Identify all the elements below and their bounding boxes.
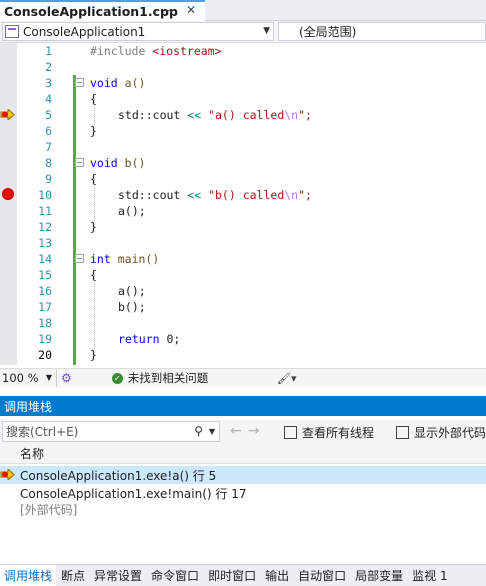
code-line: b();: [118, 300, 146, 314]
code-line: return 0;: [118, 332, 181, 346]
project-dropdown-label: ConsoleApplication1: [23, 24, 146, 39]
stack-frame-label: ConsoleApplication1.exe!a() 行 5: [20, 468, 217, 483]
tab-output[interactable]: 输出: [261, 565, 293, 586]
code-line: }: [90, 124, 97, 138]
editor-tab-strip: ConsoleApplication1.cpp ⊸ ✕: [0, 0, 486, 21]
stack-frame-row[interactable]: ConsoleApplication1.exe!a() 行 5: [0, 466, 486, 484]
stack-frame-label: ConsoleApplication1.exe!main() 行 17: [20, 486, 247, 501]
code-line: std::cout << "b() called\n";: [118, 188, 312, 202]
search-input[interactable]: 搜索(Ctrl+E) ⚲ ▼: [2, 421, 220, 442]
tab-locals[interactable]: 局部变量: [351, 565, 407, 586]
code-line: void b(): [90, 156, 146, 170]
project-icon: [5, 25, 19, 38]
show-external-label: 显示外部代码: [414, 425, 486, 440]
issues-text: 未找到相关问题: [127, 371, 209, 385]
show-threads-label: 查看所有线程: [302, 425, 375, 440]
external-code-icon: [396, 425, 409, 439]
tab-call-stack[interactable]: 调用堆栈: [0, 564, 57, 586]
stack-frame-row[interactable]: [外部代码]: [0, 500, 486, 518]
chevron-down-icon: ▼: [45, 372, 52, 382]
chevron-down-icon[interactable]: ▼: [209, 427, 215, 436]
stack-frame-label: [外部代码]: [20, 502, 78, 517]
code-line: int main(): [90, 252, 160, 266]
collapse-icon[interactable]: −: [75, 254, 84, 263]
code-line: #include <iostream>: [90, 44, 222, 58]
editor-tab-active[interactable]: ConsoleApplication1.cpp ⊸ ✕: [0, 0, 205, 21]
editor-status-bar: 100 % ▼ ⚙ ✓ 未找到相关问题 🖌▾: [0, 368, 486, 387]
tab-watch-1[interactable]: 监视 1: [408, 565, 451, 586]
scope-dropdown-label: (全局范围): [299, 25, 357, 39]
code-line: {: [90, 172, 97, 186]
issues-indicator[interactable]: ✓ 未找到相关问题: [111, 370, 209, 386]
tab-command-window[interactable]: 命令窗口: [147, 565, 203, 586]
code-line: }: [90, 220, 97, 234]
chevron-down-icon: ▼: [263, 26, 270, 36]
tab-immediate-window[interactable]: 即时窗口: [204, 565, 260, 586]
column-header-label: 名称: [20, 447, 45, 461]
call-stack-toolbar: 搜索(Ctrl+E) ⚲ ▼ ←→ 查看所有线程 显示外部代码: [0, 420, 486, 444]
navigation-bar: ConsoleApplication1 ▼ (全局范围): [0, 21, 486, 43]
tab-exception-settings[interactable]: 异常设置: [90, 565, 146, 586]
zoom-level: 100 %: [2, 371, 39, 385]
code-line: void a(): [90, 76, 146, 90]
call-stack-title-bar: 调用堆栈: [0, 396, 486, 416]
code-line: a();: [118, 284, 146, 298]
code-line: std::cout << "a() called\n";: [118, 108, 312, 122]
project-dropdown[interactable]: ConsoleApplication1 ▼: [2, 22, 274, 41]
close-icon[interactable]: ✕: [186, 3, 196, 17]
line-number: 2: [45, 60, 52, 74]
check-icon: ✓: [111, 372, 123, 384]
show-threads-button[interactable]: 查看所有线程: [284, 423, 374, 441]
show-external-code-button[interactable]: 显示外部代码: [396, 423, 486, 441]
code-editor[interactable]: 1 2 3 4 5 6 7 8 9 10 11 12 13 14 15 16 17 18 19 20 #include…: [0, 43, 486, 365]
column-header-name[interactable]: 名称: [0, 444, 486, 464]
code-line: }: [90, 348, 97, 362]
execution-arrow-icon: [0, 469, 15, 480]
line-number: 18: [38, 316, 52, 330]
zoom-dropdown[interactable]: 100 % ▼: [0, 369, 57, 387]
collapse-icon[interactable]: −: [75, 78, 84, 87]
tab-breakpoints[interactable]: 断点: [57, 565, 89, 586]
search-icon[interactable]: ⚲: [194, 424, 203, 438]
editor-tab-title: ConsoleApplication1.cpp: [4, 4, 178, 19]
search-placeholder: 搜索(Ctrl+E): [6, 425, 79, 439]
code-line: a();: [118, 204, 146, 218]
scope-dropdown[interactable]: (全局范围): [278, 22, 486, 41]
arrow-left-icon[interactable]: ←: [230, 423, 248, 439]
code-line: {: [90, 268, 97, 282]
code-cleanup-icon[interactable]: ⚙: [61, 371, 72, 385]
call-stack-title: 调用堆栈: [4, 399, 53, 414]
threads-icon: [284, 425, 297, 439]
code-line: {: [90, 92, 97, 106]
arrow-right-icon[interactable]: →: [248, 423, 266, 439]
navigate-arrows[interactable]: ←→: [230, 423, 265, 439]
tool-window-tabs: 调用堆栈 断点 异常设置 命令窗口 即时窗口 输出 自动窗口 局部变量 监视 1: [0, 564, 486, 586]
brush-icon[interactable]: 🖌▾: [277, 372, 297, 385]
line-number: 7: [45, 140, 52, 154]
line-number: 13: [38, 236, 52, 250]
pin-icon[interactable]: ⊸: [164, 4, 173, 17]
tab-autos[interactable]: 自动窗口: [294, 565, 350, 586]
collapse-icon[interactable]: −: [75, 158, 84, 167]
